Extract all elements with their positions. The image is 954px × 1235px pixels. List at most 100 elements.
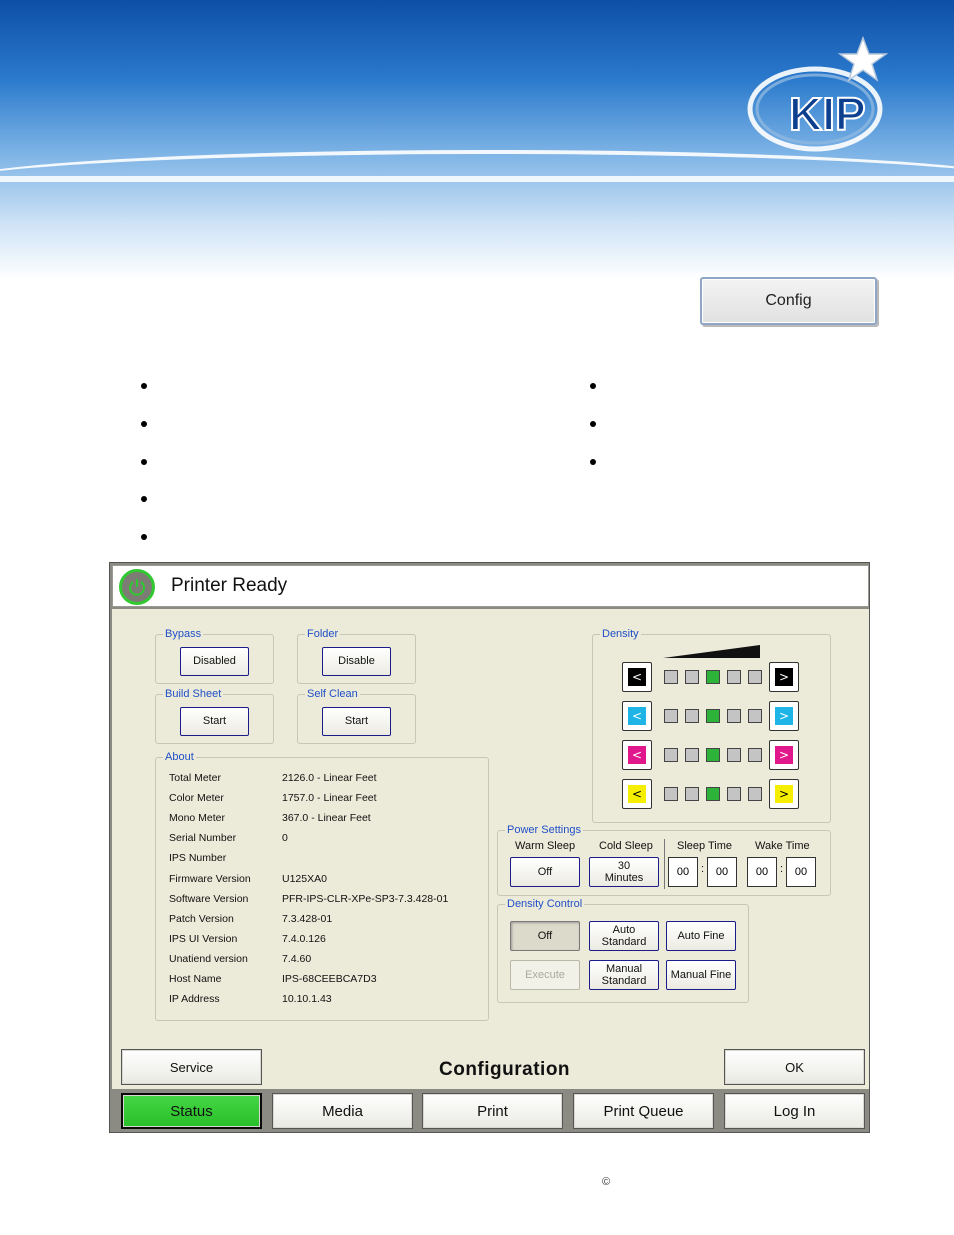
- sleep-minute-field[interactable]: 00: [707, 857, 737, 887]
- about-value: 10.10.1.43: [282, 993, 332, 1006]
- density-level-indicator: [727, 787, 741, 801]
- about-value: IPS-68CEEBCA7D3: [282, 973, 377, 985]
- density-right-arrow-button[interactable]: >: [769, 662, 799, 692]
- tab-media[interactable]: Media: [272, 1093, 413, 1129]
- sleep-time-separator: :: [701, 863, 705, 875]
- folder-group: Folder Disable: [297, 627, 416, 684]
- density-level-indicator: [706, 787, 720, 801]
- bullet-point: [141, 459, 147, 465]
- density-left-arrow-button[interactable]: <: [622, 701, 652, 731]
- sleep-hour-field[interactable]: 00: [668, 857, 698, 887]
- about-label: IPS UI Version: [169, 932, 238, 945]
- about-value: U125XA0: [282, 872, 327, 885]
- power-settings-title: Power Settings: [505, 823, 583, 837]
- config-button[interactable]: Config: [700, 277, 877, 325]
- wake-minute-field[interactable]: 00: [786, 857, 816, 887]
- auto-fine-button[interactable]: Auto Fine: [666, 921, 736, 951]
- configuration-panel: Bypass Disabled Folder Disable Build She…: [112, 609, 869, 1132]
- manual-standard-label-1: Manual: [605, 963, 643, 975]
- density-ramp-icon: [663, 645, 760, 658]
- kip-logo: KIP: [747, 35, 889, 152]
- about-value: 2126.0 - Linear Feet: [282, 772, 377, 784]
- manual-standard-button[interactable]: Manual Standard: [589, 960, 659, 990]
- about-label: Patch Version: [169, 912, 234, 925]
- about-value: 0: [282, 832, 288, 845]
- folder-button[interactable]: Disable: [322, 647, 391, 676]
- document-page: KIP Config Printer Ready Bypass Disabled: [0, 0, 954, 1235]
- density-level-indicator: [706, 670, 720, 684]
- chevron-left-icon: <: [628, 668, 646, 686]
- about-value: 7.3.428-01: [282, 912, 333, 925]
- execute-button[interactable]: Execute: [510, 960, 580, 990]
- about-label: IP Address: [169, 993, 220, 1006]
- cold-sleep-label: Cold Sleep: [599, 840, 653, 852]
- power-divider: [664, 839, 665, 889]
- ok-button[interactable]: OK: [724, 1049, 865, 1085]
- about-value: 7.4.60: [282, 952, 312, 965]
- about-title: About: [163, 750, 196, 764]
- density-level-indicator: [748, 748, 762, 762]
- density-control-group: Density Control Off Auto Standard Auto F…: [497, 897, 749, 1003]
- about-label: Color Meter: [169, 792, 224, 805]
- about-value: 1757.0 - Linear Feet: [282, 792, 377, 805]
- tab-log-in[interactable]: Log In: [724, 1093, 865, 1129]
- chevron-left-icon: <: [628, 746, 646, 764]
- density-level-indicator: [727, 709, 741, 723]
- density-right-arrow-button[interactable]: >: [769, 779, 799, 809]
- density-right-arrow-button[interactable]: >: [769, 740, 799, 770]
- density-level-indicator: [664, 709, 678, 723]
- density-level-indicator: [664, 748, 678, 762]
- warm-sleep-button[interactable]: Off: [510, 857, 580, 887]
- density-level-indicator: [748, 709, 762, 723]
- wake-time-separator: :: [780, 863, 784, 875]
- power-button[interactable]: [119, 569, 155, 605]
- status-text: Printer Ready: [171, 575, 288, 596]
- tab-status[interactable]: Status: [121, 1093, 262, 1129]
- density-left-arrow-button[interactable]: <: [622, 779, 652, 809]
- auto-standard-label-1: Auto: [612, 924, 636, 936]
- bullet-point: [141, 496, 147, 502]
- tab-print[interactable]: Print: [422, 1093, 563, 1129]
- chevron-right-icon: >: [775, 707, 793, 725]
- self-clean-start-button[interactable]: Start: [322, 707, 391, 736]
- printer-config-window: Printer Ready Bypass Disabled Folder Dis…: [109, 562, 870, 1133]
- service-button[interactable]: Service: [121, 1049, 262, 1085]
- warm-sleep-label: Warm Sleep: [515, 840, 576, 852]
- density-level-indicator: [685, 787, 699, 801]
- density-level-indicator: [664, 787, 678, 801]
- tab-print-queue[interactable]: Print Queue: [573, 1093, 714, 1129]
- density-level-indicator: [727, 670, 741, 684]
- wake-time-label: Wake Time: [755, 840, 810, 852]
- self-clean-group: Self Clean Start: [297, 687, 416, 744]
- density-level-indicator: [664, 670, 678, 684]
- auto-standard-button[interactable]: Auto Standard: [589, 921, 659, 951]
- bypass-button[interactable]: Disabled: [180, 647, 249, 676]
- density-level-indicator: [706, 748, 720, 762]
- about-label: Serial Number: [169, 832, 237, 845]
- density-level-indicator: [685, 709, 699, 723]
- density-level-indicator: [685, 748, 699, 762]
- about-label: Host Name: [169, 973, 222, 985]
- header-banner: KIP: [0, 0, 954, 280]
- folder-title: Folder: [305, 627, 341, 641]
- cold-sleep-value: 30: [617, 860, 631, 872]
- wake-hour-field[interactable]: 00: [747, 857, 777, 887]
- chevron-right-icon: >: [775, 785, 793, 803]
- build-sheet-group: Build Sheet Start: [155, 687, 274, 744]
- density-level-indicator: [706, 709, 720, 723]
- about-label: IPS Number: [169, 852, 227, 865]
- density-right-arrow-button[interactable]: >: [769, 701, 799, 731]
- manual-standard-label-2: Standard: [601, 975, 647, 987]
- density-left-arrow-button[interactable]: <: [622, 662, 652, 692]
- density-title: Density: [600, 627, 641, 641]
- chevron-right-icon: >: [775, 746, 793, 764]
- manual-fine-button[interactable]: Manual Fine: [666, 960, 736, 990]
- cold-sleep-unit: Minutes: [604, 872, 644, 884]
- cold-sleep-button[interactable]: 30 Minutes: [589, 857, 659, 887]
- about-label: Software Version: [169, 892, 249, 905]
- bullet-point: [141, 421, 147, 427]
- build-sheet-start-button[interactable]: Start: [180, 707, 249, 736]
- density-left-arrow-button[interactable]: <: [622, 740, 652, 770]
- bypass-group: Bypass Disabled: [155, 627, 274, 684]
- density-off-button[interactable]: Off: [510, 921, 580, 951]
